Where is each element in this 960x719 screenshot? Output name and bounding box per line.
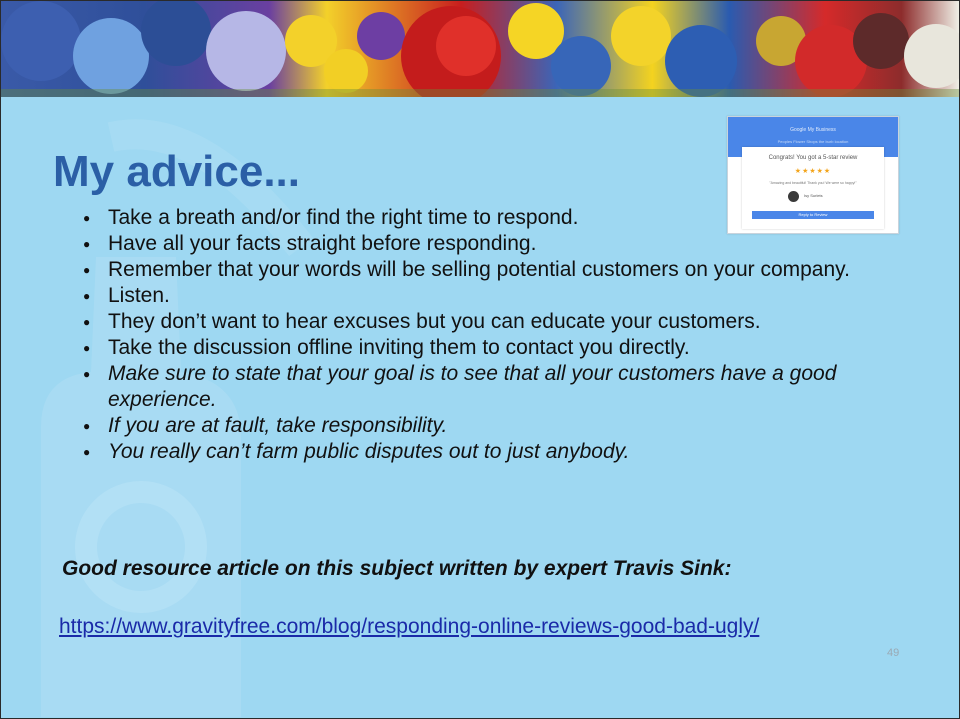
advice-item: Take the discussion offline inviting the… bbox=[83, 335, 913, 361]
advice-item: Listen. bbox=[83, 283, 913, 309]
advice-item: You really can’t farm public disputes ou… bbox=[83, 439, 913, 465]
advice-item: If you are at fault, take responsibility… bbox=[83, 413, 913, 439]
screenshot-header-subtitle: Peoples Flower Shops the burb location bbox=[777, 139, 849, 144]
screenshot-reviewer-name: Isy Surlets bbox=[804, 193, 823, 198]
slide: My advice... Google My Business Peoples … bbox=[0, 0, 960, 719]
advice-item: Have all your facts straight before resp… bbox=[83, 231, 913, 257]
flower-banner-image bbox=[1, 1, 959, 97]
resource-article-link[interactable]: https://www.gravityfree.com/blog/respond… bbox=[59, 615, 759, 639]
screenshot-quote: "Amazing and beautiful! Thank you! We we… bbox=[769, 181, 857, 185]
advice-list: Take a breath and/or find the right time… bbox=[83, 205, 913, 465]
advice-item: Make sure to state that your goal is to … bbox=[83, 361, 913, 413]
screenshot-header-title: Google My Business bbox=[790, 127, 836, 133]
advice-item: Remember that your words will be selling… bbox=[83, 257, 913, 283]
flower-banner-art bbox=[1, 1, 959, 97]
avatar bbox=[788, 191, 799, 202]
page-number: 49 bbox=[887, 647, 900, 659]
slide-title: My advice... bbox=[53, 147, 301, 196]
resource-label: Good resource article on this subject wr… bbox=[62, 557, 732, 580]
star-rating-icon: ★★★★★ bbox=[794, 168, 832, 175]
advice-item: Take a breath and/or find the right time… bbox=[83, 205, 913, 231]
advice-item: They don’t want to hear excuses but you … bbox=[83, 309, 913, 335]
screenshot-card-title: Congrats! You got a 5-star review bbox=[768, 155, 858, 161]
